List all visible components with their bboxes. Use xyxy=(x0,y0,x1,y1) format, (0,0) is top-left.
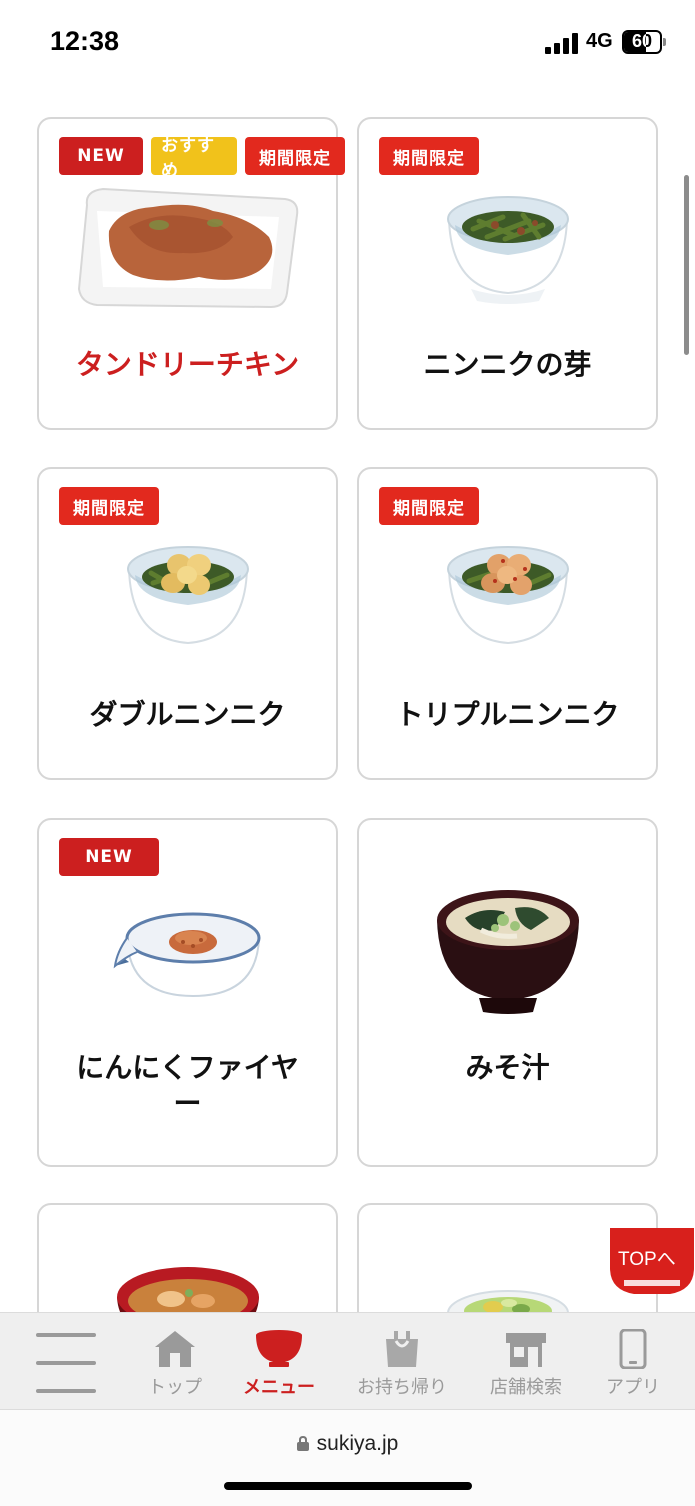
garlic-fire-image xyxy=(39,896,336,1000)
battery-nub xyxy=(663,38,666,46)
menu-card-partial[interactable] xyxy=(37,1203,338,1312)
badge-row: 期間限定 xyxy=(59,487,159,525)
nav-item-menu[interactable]: メニュー xyxy=(224,1323,334,1403)
card-name: にんにくファイヤ ー xyxy=(49,1050,326,1122)
menu-card-garlic-fire[interactable]: NEW にんにくファイヤ ー xyxy=(37,818,338,1167)
battery-icon: 60 xyxy=(622,30,662,54)
card-name-line1: にんにくファイヤ xyxy=(76,1051,299,1084)
badge-limited: 期間限定 xyxy=(379,137,479,175)
nav-item-top[interactable]: トップ xyxy=(120,1323,230,1403)
card-name-line2: ー xyxy=(173,1087,202,1120)
bag-icon xyxy=(386,1331,418,1367)
badge-limited: 期間限定 xyxy=(59,487,159,525)
status-time: 12:38 xyxy=(50,26,120,56)
nav-item-store-search[interactable]: 店舗検索 xyxy=(471,1323,581,1403)
menu-card-tandoori-chicken[interactable]: NEW おすすめ 期間限定 タンドリーチキン xyxy=(37,117,345,430)
store-icon xyxy=(506,1333,546,1367)
badge-new: NEW xyxy=(59,838,159,876)
card-name: ニンニクの芽 xyxy=(423,348,592,381)
menu-grid: NEW おすすめ 期間限定 タンドリーチキン 期間限定 ニンニクの芽 期間限定 … xyxy=(0,90,695,1312)
badge-limited: 期間限定 xyxy=(245,137,345,175)
home-icon xyxy=(155,1331,195,1367)
status-bar: 12:38 4G 60 xyxy=(0,0,695,90)
nav-label: 店舗検索 xyxy=(490,1377,562,1398)
menu-card-garlic-sprouts[interactable]: 期間限定 ニンニクの芽 xyxy=(357,117,658,430)
badge-row: NEW xyxy=(59,838,159,876)
url-field[interactable]: sukiya.jp xyxy=(0,1432,695,1456)
url-text: sukiya.jp xyxy=(316,1432,399,1455)
menu-card-miso-soup[interactable]: みそ汁 xyxy=(357,818,658,1167)
bowl-icon xyxy=(256,1330,302,1367)
scrollbar[interactable] xyxy=(684,175,689,355)
double-garlic-image xyxy=(39,535,336,655)
garlic-sprouts-image xyxy=(359,185,656,305)
card-name: みそ汁 xyxy=(465,1051,550,1084)
badge-row: 期間限定 xyxy=(379,137,479,175)
scroll-to-top-button[interactable]: TOPへ xyxy=(610,1228,694,1296)
home-indicator[interactable] xyxy=(224,1482,472,1490)
badge-recommended: おすすめ xyxy=(151,136,237,181)
signal-icon xyxy=(545,32,579,54)
phone-icon xyxy=(619,1329,647,1369)
miso-soup-image xyxy=(359,868,656,1016)
bottom-navigation: トップ メニュー お持ち帰り 店舗検索 アプリ xyxy=(0,1312,695,1410)
browser-url-bar: sukiya.jp xyxy=(0,1410,695,1506)
menu-card-triple-garlic[interactable]: 期間限定 トリプルニンニク xyxy=(357,467,658,780)
battery-level: 60 xyxy=(631,31,653,51)
menu-card-double-garlic[interactable]: 期間限定 ダブルニンニク xyxy=(37,467,338,780)
badge-new: NEW xyxy=(59,137,143,175)
badge-limited: 期間限定 xyxy=(379,487,479,525)
lock-icon xyxy=(296,1433,309,1451)
menu-icon[interactable] xyxy=(36,1331,98,1393)
nav-label: お持ち帰り xyxy=(357,1377,447,1398)
card-name: ダブルニンニク xyxy=(89,698,286,731)
nav-label: トップ xyxy=(148,1377,202,1398)
scroll-to-top-label: TOPへ xyxy=(618,1249,676,1270)
network-type: 4G xyxy=(586,30,613,52)
tandoori-chicken-image xyxy=(39,181,336,313)
nav-item-app[interactable]: アプリ xyxy=(578,1323,688,1403)
nav-item-takeout[interactable]: お持ち帰り xyxy=(347,1323,457,1403)
badge-row: NEW おすすめ 期間限定 xyxy=(59,136,345,181)
card-name: トリプルニンニク xyxy=(395,698,620,731)
badge-row: 期間限定 xyxy=(379,487,479,525)
nav-label: メニュー xyxy=(243,1377,315,1398)
card-name: タンドリーチキン xyxy=(75,348,300,381)
triple-garlic-image xyxy=(359,535,656,655)
pork-soup-image xyxy=(39,1261,336,1312)
nav-label: アプリ xyxy=(606,1377,660,1398)
